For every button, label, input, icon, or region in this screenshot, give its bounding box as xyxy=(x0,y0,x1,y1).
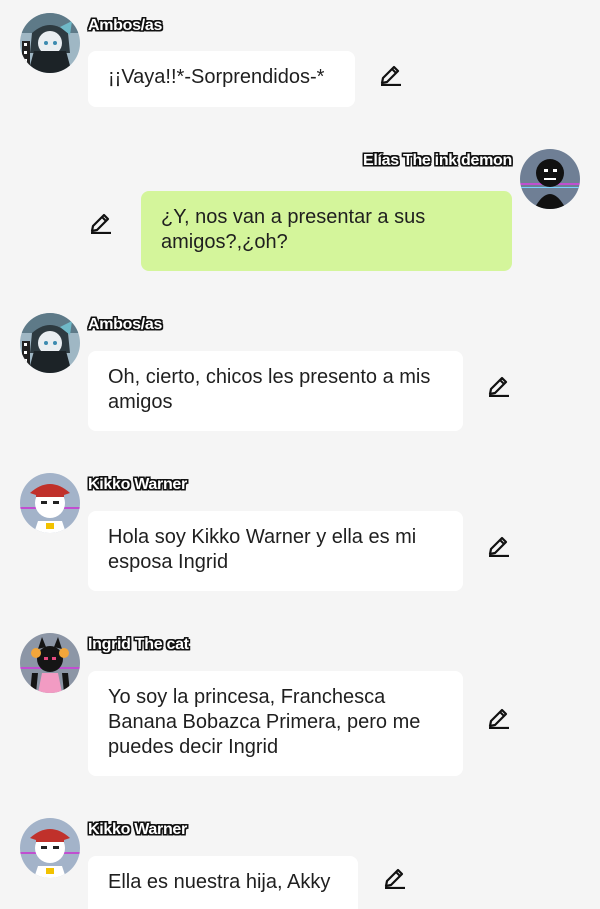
ambos-avatar[interactable] xyxy=(20,13,80,73)
sender-name: Ambos/as xyxy=(88,17,163,34)
ingrid-avatar[interactable] xyxy=(20,633,80,693)
message-bubble: Yo soy la princesa, Franchesca Banana Bo… xyxy=(88,671,463,776)
pen-icon[interactable] xyxy=(378,60,404,86)
ambos-avatar[interactable] xyxy=(20,313,80,373)
message-bubble: Ella es nuestra hija, Akky xyxy=(88,856,358,909)
kikko-avatar[interactable] xyxy=(20,818,80,878)
message-bubble: ¿Y, nos van a presentar a sus amigos?,¿o… xyxy=(141,191,512,271)
sender-name: Kikko Warner xyxy=(88,476,187,493)
message-bubble: Oh, cierto, chicos les presento a mis am… xyxy=(88,351,463,431)
pen-icon[interactable] xyxy=(88,208,114,234)
sender-name: Ambos/as xyxy=(88,316,163,333)
kikko-avatar[interactable] xyxy=(20,473,80,533)
elias-avatar[interactable] xyxy=(520,149,580,209)
sender-name: Ingrid The cat xyxy=(88,636,189,653)
sender-name: Kikko Warner xyxy=(88,821,187,838)
pen-icon[interactable] xyxy=(486,531,512,557)
pen-icon[interactable] xyxy=(486,703,512,729)
pen-icon[interactable] xyxy=(486,371,512,397)
sender-name: Elías The ink demon xyxy=(362,152,512,169)
pen-icon[interactable] xyxy=(382,863,408,889)
message-bubble: Hola soy Kikko Warner y ella es mi espos… xyxy=(88,511,463,591)
message-bubble: ¡¡Vaya!!*-Sorprendidos-* xyxy=(88,51,355,107)
